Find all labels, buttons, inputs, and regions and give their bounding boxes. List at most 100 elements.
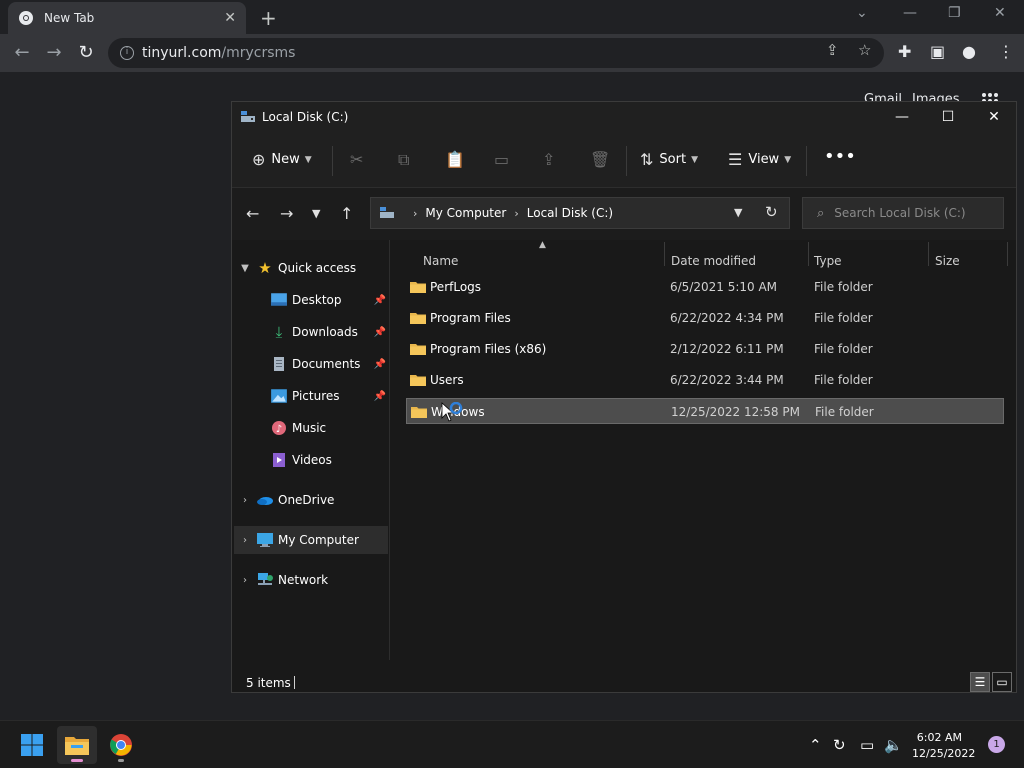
close-icon[interactable]: ✕ xyxy=(974,106,1014,128)
system-clock[interactable]: 6:02 AM 12/25/2022 xyxy=(912,730,975,762)
reload-icon[interactable]: ↻ xyxy=(75,42,97,63)
notification-badge[interactable]: 1 xyxy=(988,736,1005,753)
recent-locations-icon[interactable]: ▼ xyxy=(312,207,320,220)
rename-icon[interactable]: ▭ xyxy=(494,150,509,169)
folder-icon xyxy=(410,282,426,293)
menu-icon[interactable]: ⋮ xyxy=(998,42,1014,61)
sort-label: Sort xyxy=(659,152,687,167)
table-row[interactable]: Windows 12/25/2022 12:58 PM File folder xyxy=(406,398,1004,424)
close-window-icon[interactable]: ✕ xyxy=(994,5,1006,21)
view-button[interactable]: ☰ View ▼ xyxy=(728,150,791,169)
search-box[interactable]: ⌕ xyxy=(802,197,1004,229)
pin-icon[interactable]: 📌 xyxy=(374,359,386,370)
column-header-name[interactable]: Name xyxy=(423,254,458,268)
network-status-icon[interactable]: ▭ xyxy=(860,736,874,754)
clock-time: 6:02 AM xyxy=(916,731,962,744)
file-list: ▲ Name Date modified Type Size PerfLogs … xyxy=(392,240,1016,764)
tab-new-tab[interactable]: New Tab ✕ xyxy=(8,2,246,34)
address-dropdown-icon[interactable]: ▼ xyxy=(734,206,742,219)
site-info-icon[interactable]: i xyxy=(120,46,134,60)
side-panel-icon[interactable]: ▣ xyxy=(930,42,945,61)
nav-desktop[interactable]: Desktop 📌 xyxy=(232,286,390,314)
column-header-type[interactable]: Type xyxy=(814,254,842,268)
sort-button[interactable]: ⇅ Sort ▼ xyxy=(640,150,698,169)
star-icon: ★ xyxy=(258,259,272,277)
column-header-size[interactable]: Size xyxy=(935,254,960,268)
table-row[interactable]: Users 6/22/2022 3:44 PM File folder xyxy=(406,367,1004,393)
breadcrumb-local-disk[interactable]: Local Disk (C:) xyxy=(527,206,613,220)
forward-icon[interactable]: → xyxy=(43,42,65,63)
nav-pictures[interactable]: Pictures 📌 xyxy=(232,382,390,410)
sync-icon[interactable]: ↻ xyxy=(833,736,846,754)
tiles-view-icon[interactable]: ▭ xyxy=(992,672,1012,692)
chevron-right-icon[interactable]: › xyxy=(238,495,252,506)
share-icon[interactable]: ⇪ xyxy=(826,41,839,59)
table-row[interactable]: Program Files (x86) 2/12/2022 6:11 PM Fi… xyxy=(406,336,1004,362)
search-input[interactable] xyxy=(834,206,995,220)
paste-icon[interactable]: 📋 xyxy=(445,150,465,169)
pin-icon[interactable]: 📌 xyxy=(374,391,386,402)
delete-icon[interactable]: 🗑 xyxy=(590,150,610,169)
divider xyxy=(332,146,333,176)
taskbar-chrome[interactable] xyxy=(101,726,141,764)
refresh-icon[interactable]: ↻ xyxy=(765,203,778,221)
back-icon[interactable]: ← xyxy=(11,42,33,63)
pin-icon[interactable]: 📌 xyxy=(374,295,386,306)
cut-icon[interactable]: ✂ xyxy=(350,150,363,169)
nav-my-computer[interactable]: › My Computer xyxy=(234,526,388,554)
chevron-down-icon[interactable]: ▼ xyxy=(238,263,252,274)
nav-label: Music xyxy=(292,421,327,435)
copy-icon[interactable]: ⧉ xyxy=(398,150,409,170)
volume-icon[interactable]: 🔈 xyxy=(884,736,903,754)
tab-search-icon[interactable]: ⌄ xyxy=(856,5,868,21)
column-divider[interactable] xyxy=(808,242,809,266)
more-options-icon[interactable]: ••• xyxy=(824,146,856,167)
show-hidden-icons-icon[interactable]: ⌃ xyxy=(809,736,822,754)
tab-title: New Tab xyxy=(44,11,95,25)
nav-documents[interactable]: Documents 📌 xyxy=(232,350,390,378)
chevron-down-icon: ▼ xyxy=(304,154,312,165)
breadcrumb[interactable]: › My Computer › Local Disk (C:) xyxy=(370,197,790,229)
column-divider[interactable] xyxy=(1007,242,1008,266)
extensions-icon[interactable]: ✚ xyxy=(898,42,911,61)
minimize-icon[interactable]: — xyxy=(903,5,917,21)
back-icon[interactable]: ← xyxy=(246,204,259,223)
status-bar: 5 items ☰ ▭ xyxy=(232,668,1016,692)
chevron-right-icon[interactable]: › xyxy=(238,535,252,546)
share-icon[interactable]: ⇪ xyxy=(542,150,555,169)
chevron-down-icon: ▼ xyxy=(691,154,698,165)
nav-videos[interactable]: Videos xyxy=(232,446,390,474)
maximize-icon[interactable]: ☐ xyxy=(928,106,968,128)
address-row: ← → ▼ ↑ › My Computer › Local Disk (C:) … xyxy=(232,188,1016,240)
bookmark-star-icon[interactable]: ☆ xyxy=(858,41,871,59)
nav-music[interactable]: ♪ Music xyxy=(232,414,390,442)
pin-icon[interactable]: 📌 xyxy=(374,327,386,338)
view-list-icon: ☰ xyxy=(728,150,743,169)
minimize-icon[interactable]: — xyxy=(882,106,922,128)
running-app-indicator xyxy=(118,759,124,762)
forward-icon[interactable]: → xyxy=(280,204,293,223)
address-bar[interactable]: i tinyurl.com/mrycrsms xyxy=(108,38,884,68)
nav-label: Videos xyxy=(292,453,332,467)
column-divider[interactable] xyxy=(928,242,929,266)
taskbar-file-explorer[interactable] xyxy=(57,726,97,764)
column-header-date[interactable]: Date modified xyxy=(671,254,756,268)
chevron-right-icon[interactable]: › xyxy=(238,575,252,586)
new-tab-icon[interactable]: + xyxy=(260,6,277,30)
details-view-icon[interactable]: ☰ xyxy=(970,672,990,692)
new-button[interactable]: ⊕ New ▼ xyxy=(252,150,312,169)
start-button[interactable] xyxy=(12,726,52,764)
close-tab-icon[interactable]: ✕ xyxy=(224,10,236,26)
table-row[interactable]: PerfLogs 6/5/2021 5:10 AM File folder xyxy=(406,274,1004,300)
table-row[interactable]: Program Files 6/22/2022 4:34 PM File fol… xyxy=(406,305,1004,331)
up-icon[interactable]: ↑ xyxy=(340,204,353,223)
nav-downloads[interactable]: ⤓ Downloads 📌 xyxy=(232,318,390,346)
nav-quick-access[interactable]: ▼ ★ Quick access xyxy=(232,254,390,282)
restore-icon[interactable]: ❐ xyxy=(948,5,961,21)
column-divider[interactable] xyxy=(664,242,665,266)
nav-network[interactable]: › Network xyxy=(232,566,390,594)
chrome-icon xyxy=(110,734,132,756)
profile-icon[interactable]: ● xyxy=(962,42,976,61)
nav-onedrive[interactable]: › OneDrive xyxy=(232,486,390,514)
breadcrumb-my-computer[interactable]: My Computer xyxy=(425,206,506,220)
